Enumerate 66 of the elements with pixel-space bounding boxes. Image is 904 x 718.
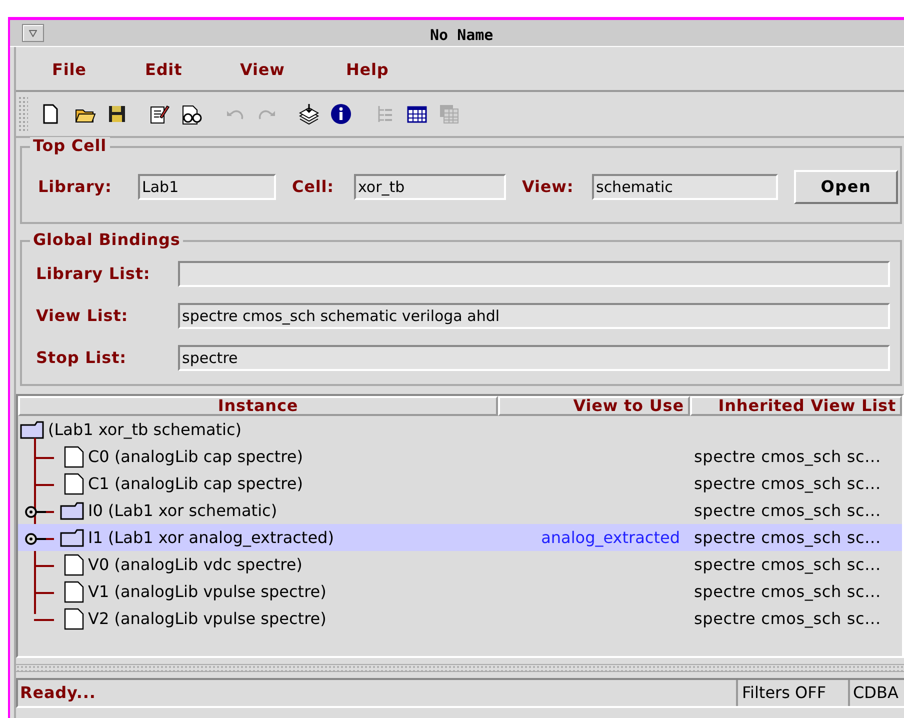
table-row[interactable]: I1 (Lab1 xor analog_extracted) analog_extracted spectre cmos_sch sc... (18, 524, 902, 551)
text-field[interactable] (178, 261, 890, 287)
table-row[interactable]: I0 (Lab1 xor schematic) spectre cmos_sch sc... (18, 497, 902, 524)
document-icon (64, 608, 84, 630)
stack-icon[interactable] (298, 103, 320, 125)
column-header[interactable]: View to Use (498, 396, 690, 416)
field-label: View: (522, 176, 575, 198)
table-cell: spectre cmos_sch sc... (694, 474, 881, 492)
tree-item[interactable]: C1 (analogLib cap spectre) (88, 472, 303, 496)
status-field: Filters OFF (736, 680, 848, 706)
window-title: No Name (430, 25, 494, 46)
menu-item[interactable]: Help (332, 58, 412, 82)
splitter-handle[interactable] (16, 664, 904, 672)
text-field[interactable]: spectre (178, 345, 890, 371)
table-cell: spectre cmos_sch sc... (694, 528, 881, 546)
tree-item[interactable]: V1 (analogLib vpulse spectre) (88, 580, 326, 604)
tree-item[interactable]: I0 (Lab1 xor schematic) (88, 498, 278, 522)
group-title: Top Cell (30, 137, 110, 155)
open-button[interactable]: Open (794, 170, 898, 204)
floppy-icon[interactable] (106, 103, 128, 125)
glasses-icon[interactable] (180, 103, 202, 125)
tree-item[interactable]: C0 (analogLib cap spectre) (88, 444, 303, 468)
text-field[interactable]: xor_tb (354, 174, 506, 200)
table-cell: spectre cmos_sch sc... (694, 554, 881, 574)
menu-item[interactable]: Edit (131, 58, 226, 82)
document-icon (64, 472, 84, 494)
folder-icon (20, 420, 44, 438)
table-row[interactable]: C1 (analogLib cap spectre) spectre cmos_sch sc... (18, 470, 902, 497)
text-field[interactable]: Lab1 (138, 174, 276, 200)
table-cell: spectre cmos_sch sc... (694, 500, 881, 520)
table-row[interactable]: V1 (analogLib vpulse spectre) spectre cmos_sch sc... (18, 578, 902, 605)
field-label: Stop List: (36, 347, 128, 369)
table-cell: spectre cmos_sch sc... (694, 446, 881, 466)
tree-item[interactable]: V2 (analogLib vpulse spectre) (88, 606, 326, 630)
tree-item[interactable]: I1 (Lab1 xor analog_extracted) (88, 526, 334, 550)
info-icon[interactable] (330, 103, 352, 125)
folder-icon (60, 528, 84, 546)
table-cell: spectre cmos_sch sc... (694, 608, 881, 628)
column-header[interactable]: Inherited View List (690, 396, 902, 416)
field-label: Cell: (292, 176, 335, 198)
document-icon (64, 554, 84, 576)
folder-icon (60, 502, 84, 520)
table-row[interactable]: V2 (analogLib vpulse spectre) spectre cmos_sch sc... (18, 605, 902, 632)
field-label: Library List: (36, 263, 152, 285)
table-cell-text: analog_extracted (541, 526, 680, 549)
status-field: CDBA (848, 680, 904, 706)
table-row[interactable]: V0 (analogLib vdc spectre) spectre cmos_sch sc... (18, 551, 902, 578)
status-message: Ready... (19, 682, 97, 704)
toolbar-grip[interactable] (18, 96, 28, 132)
pencil-note-icon[interactable] (148, 103, 170, 125)
window-menu-button[interactable] (22, 24, 44, 42)
field-label: View List: (36, 305, 130, 327)
text-field[interactable]: schematic (592, 174, 778, 200)
group-title: Global Bindings (30, 231, 184, 249)
field-label: Library: (38, 176, 113, 198)
menu-item[interactable]: File (38, 58, 131, 82)
document-icon (64, 446, 84, 468)
document-icon (64, 580, 84, 602)
table-row[interactable]: C0 (analogLib cap spectre) spectre cmos_sch sc... (18, 443, 902, 470)
column-header[interactable]: Instance (18, 396, 498, 416)
table-cell: spectre cmos_sch sc... (694, 582, 881, 600)
triangle-down-icon (29, 30, 37, 36)
tree-item[interactable]: (Lab1 xor_tb schematic) (48, 418, 242, 442)
menu-item[interactable]: View (226, 58, 332, 82)
text-field[interactable]: spectre cmos_sch schematic veriloga ahdl (178, 303, 890, 329)
tree-item[interactable]: V0 (analogLib vdc spectre) (88, 552, 302, 576)
